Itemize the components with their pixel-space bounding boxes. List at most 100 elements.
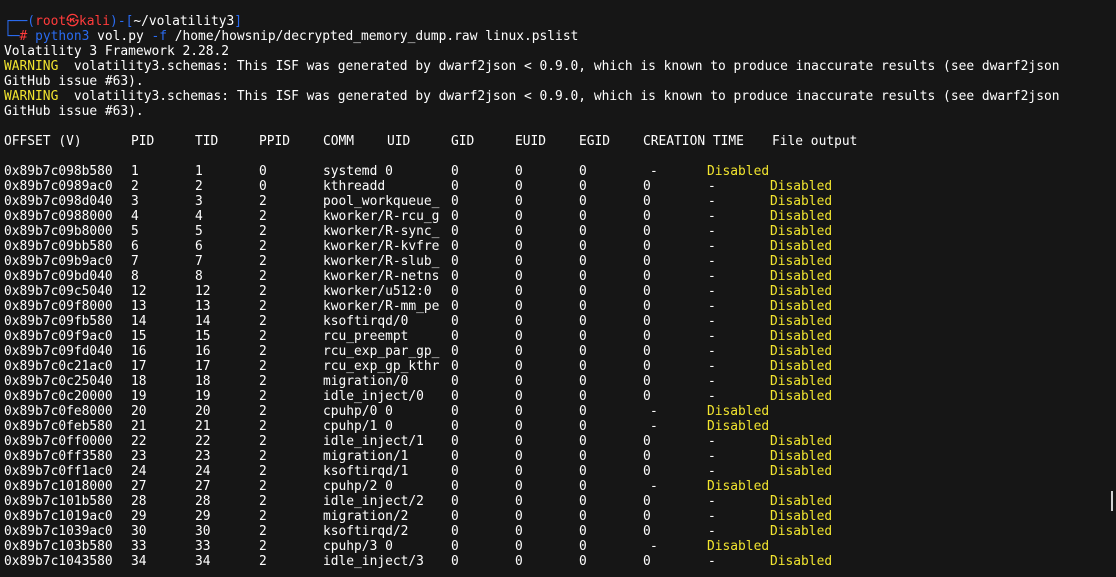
tid-cell: 19 xyxy=(195,389,211,404)
pid-cell: 1 xyxy=(131,164,139,179)
creation-time-cell: - xyxy=(708,494,716,509)
pid-cell: 17 xyxy=(131,359,147,374)
creation-time-cell: - xyxy=(708,464,716,479)
egid-cell: 0 xyxy=(579,359,587,374)
offset-cell: 0x89b7c09b8000 xyxy=(4,224,113,239)
uid-cell: 0 xyxy=(643,344,651,359)
gid-cell: 0 xyxy=(451,554,459,569)
ppid-cell: 2 xyxy=(259,359,267,374)
creation-time-cell: - xyxy=(708,359,716,374)
creation-time-cell: - xyxy=(708,344,716,359)
header-comm: COMM xyxy=(323,134,355,149)
egid-cell: 0 xyxy=(579,404,587,419)
gid-cell: 0 xyxy=(451,419,459,434)
offset-cell: 0x89b7c09f9ac0 xyxy=(4,329,113,344)
egid-cell: 0 xyxy=(579,539,587,554)
offset-cell: 0x89b7c0fe8000 xyxy=(4,404,113,419)
ppid-cell: 0 xyxy=(259,179,267,194)
egid-cell: 0 xyxy=(579,524,587,539)
uid-cell: 0 xyxy=(643,494,651,509)
egid-cell: 0 xyxy=(579,329,587,344)
gid-cell: 0 xyxy=(451,539,459,554)
uid-cell: 0 xyxy=(643,299,651,314)
prompt-path: ~/volatility3 xyxy=(133,14,235,29)
comm-cell: cpuhp/2 0 xyxy=(323,479,393,494)
offset-cell: 0x89b7c09bd040 xyxy=(4,269,113,284)
file-output-cell: Disabled xyxy=(770,554,833,569)
tid-cell: 28 xyxy=(195,494,211,509)
egid-cell: 0 xyxy=(579,224,587,239)
tid-cell: 20 xyxy=(195,404,211,419)
comm-cell: idle_inject/0 xyxy=(323,389,424,404)
command-line[interactable]: └─# python3 vol.py -f /home/howsnip/decr… xyxy=(4,29,578,44)
file-output-cell: Disabled xyxy=(770,509,833,524)
pid-cell: 6 xyxy=(131,239,139,254)
pid-cell: 12 xyxy=(131,284,147,299)
offset-cell: 0x89b7c0feb580 xyxy=(4,419,113,434)
comm-cell: cpuhp/3 0 xyxy=(323,539,393,554)
offset-cell: 0x89b7c1019ac0 xyxy=(4,509,113,524)
tid-cell: 34 xyxy=(195,554,211,569)
euid-cell: 0 xyxy=(515,314,523,329)
tid-cell: 1 xyxy=(195,164,203,179)
euid-cell: 0 xyxy=(515,194,523,209)
creation-time-cell: - xyxy=(650,404,658,419)
header-gid: GID xyxy=(451,134,475,149)
euid-cell: 0 xyxy=(515,434,523,449)
egid-cell: 0 xyxy=(579,239,587,254)
tid-cell: 6 xyxy=(195,239,203,254)
euid-cell: 0 xyxy=(515,329,523,344)
egid-cell: 0 xyxy=(579,449,587,464)
prompt-open-paren: ( xyxy=(27,14,36,29)
uid-cell: 0 xyxy=(643,374,651,389)
file-output-cell: Disabled xyxy=(770,284,833,299)
comm-cell: kworker/R-kvfre xyxy=(323,239,440,254)
terminal-window[interactable]: ┌──(root㉿kali)-[~/volatility3] └─# pytho… xyxy=(0,0,1116,577)
tid-cell: 4 xyxy=(195,209,203,224)
comm-cell: cpuhp/0 0 xyxy=(323,404,393,419)
ppid-cell: 2 xyxy=(259,239,267,254)
ppid-cell: 2 xyxy=(259,209,267,224)
file-output-cell: Disabled xyxy=(770,254,833,269)
scrollbar-thumb[interactable] xyxy=(1111,491,1113,511)
ppid-cell: 2 xyxy=(259,194,267,209)
prompt-close-paren: ) xyxy=(110,14,118,29)
creation-time-cell: - xyxy=(708,239,716,254)
comm-cell: kworker/R-mm_pe xyxy=(323,299,440,314)
creation-time-cell: - xyxy=(708,314,716,329)
file-output-cell: Disabled xyxy=(770,374,833,389)
egid-cell: 0 xyxy=(579,419,587,434)
euid-cell: 0 xyxy=(515,494,523,509)
tid-cell: 33 xyxy=(195,539,211,554)
prompt-host: kali xyxy=(79,14,111,29)
creation-time-cell: - xyxy=(650,479,658,494)
uid-cell: 0 xyxy=(643,194,651,209)
ppid-cell: 2 xyxy=(259,389,267,404)
offset-cell: 0x89b7c0989ac0 xyxy=(4,179,113,194)
warning-text: volatility3.schemas: This ISF was genera… xyxy=(58,59,1060,74)
tid-cell: 23 xyxy=(195,449,211,464)
offset-cell: 0x89b7c09bb580 xyxy=(4,239,113,254)
creation-time-cell: - xyxy=(708,449,716,464)
ppid-cell: 2 xyxy=(259,344,267,359)
euid-cell: 0 xyxy=(515,404,523,419)
gid-cell: 0 xyxy=(451,329,459,344)
skull-icon: ㉿ xyxy=(66,14,79,29)
header-ppid: PPID xyxy=(259,134,291,149)
offset-cell: 0x89b7c1018000 xyxy=(4,479,113,494)
creation-time-cell: - xyxy=(708,524,716,539)
egid-cell: 0 xyxy=(579,269,587,284)
euid-cell: 0 xyxy=(515,374,523,389)
uid-cell: 0 xyxy=(643,239,651,254)
tid-cell: 7 xyxy=(195,254,203,269)
uid-cell: 0 xyxy=(643,434,651,449)
ppid-cell: 2 xyxy=(259,374,267,389)
pid-cell: 15 xyxy=(131,329,147,344)
gid-cell: 0 xyxy=(451,524,459,539)
header-tid: TID xyxy=(195,134,219,149)
uid-cell: 0 xyxy=(643,269,651,284)
comm-cell: ksoftirqd/1 xyxy=(323,464,409,479)
file-output-cell: Disabled xyxy=(707,539,770,554)
uid-cell: 0 xyxy=(643,509,651,524)
pid-cell: 33 xyxy=(131,539,147,554)
